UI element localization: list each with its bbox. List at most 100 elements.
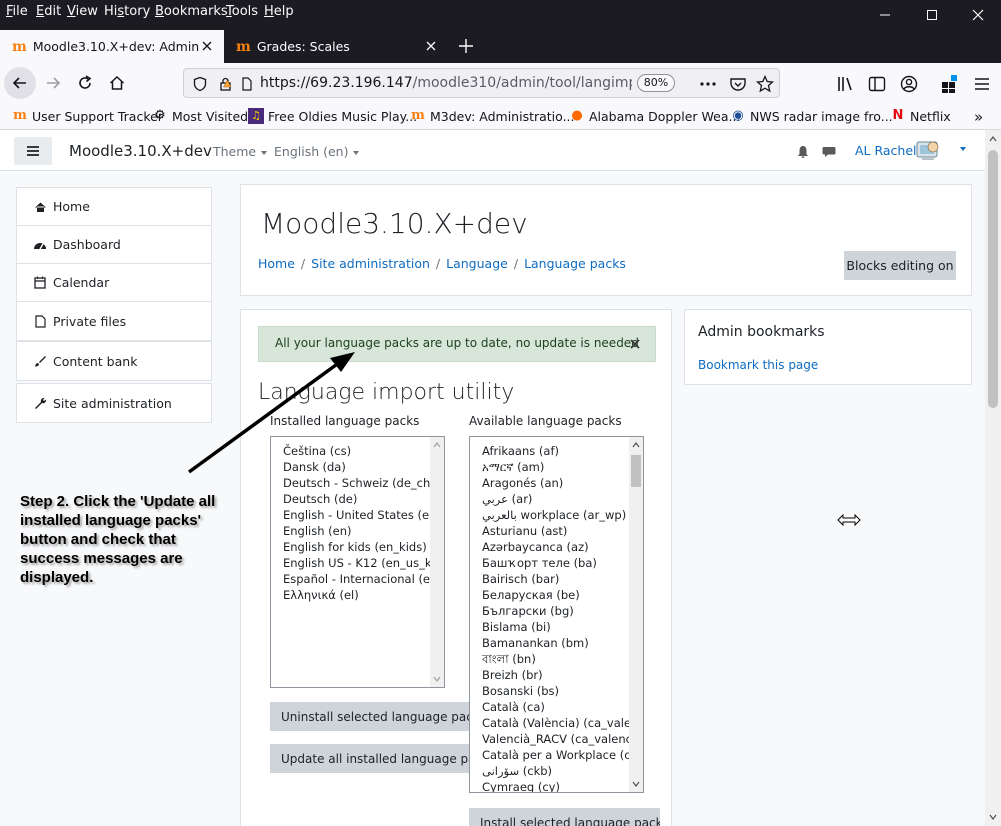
close-icon[interactable] bbox=[629, 338, 641, 350]
forward-button[interactable] bbox=[37, 67, 69, 99]
account-icon[interactable] bbox=[900, 75, 918, 93]
chevron-down-icon[interactable] bbox=[433, 675, 441, 683]
page-scrollbar[interactable] bbox=[985, 130, 1001, 826]
list-item[interactable]: Български (bg) bbox=[470, 603, 643, 619]
list-item[interactable]: Беларуская (be) bbox=[470, 587, 643, 603]
insecure-lock-icon[interactable] bbox=[218, 76, 236, 92]
sidebar-icon[interactable] bbox=[868, 75, 886, 93]
nav-item-private-files[interactable]: Private files bbox=[17, 302, 211, 340]
chevron-up-icon[interactable] bbox=[433, 441, 441, 449]
hamburger-menu-icon[interactable] bbox=[974, 76, 990, 92]
list-item[interactable]: Asturianu (ast) bbox=[470, 523, 643, 539]
extensions-icon[interactable] bbox=[940, 74, 960, 94]
list-item[interactable]: አማርኛ (am) bbox=[470, 459, 643, 475]
scrollbar-thumb[interactable] bbox=[631, 455, 641, 487]
bell-icon[interactable] bbox=[797, 145, 809, 158]
update-all-packs-button[interactable]: Update all installed language packs bbox=[270, 744, 469, 773]
chevron-down-icon[interactable] bbox=[989, 813, 997, 821]
chevron-down-icon[interactable] bbox=[632, 780, 640, 788]
install-packs-button[interactable]: Install selected language pack(s) bbox=[469, 808, 660, 826]
home-button[interactable] bbox=[101, 67, 133, 99]
list-item[interactable]: বাংলা (bn) bbox=[470, 651, 643, 667]
breadcrumb-site-administration[interactable]: Site administration bbox=[311, 256, 430, 271]
list-item[interactable]: English US - K12 (en_us_k12 bbox=[271, 555, 444, 571]
tab-moodle-admin[interactable]: m Moodle3.10.X+dev: Administra bbox=[0, 30, 224, 63]
chevron-up-icon[interactable] bbox=[632, 441, 640, 449]
list-item[interactable]: Valencià_RACV (ca_valencia bbox=[470, 731, 643, 747]
language-menu[interactable]: English (en) bbox=[274, 144, 360, 159]
site-name[interactable]: Moodle3.10.X+dev bbox=[69, 142, 212, 160]
close-window-button[interactable] bbox=[955, 0, 1001, 30]
listbox-scrollbar[interactable] bbox=[430, 437, 444, 687]
pocket-icon[interactable] bbox=[729, 75, 747, 93]
theme-menu[interactable]: Theme bbox=[213, 144, 268, 159]
list-item[interactable]: سۆرانی (ckb) bbox=[470, 763, 643, 779]
bookmarks-overflow-button[interactable]: » bbox=[974, 108, 983, 126]
blocks-editing-button[interactable]: Blocks editing on bbox=[844, 251, 956, 280]
nav-item-home[interactable]: Home bbox=[17, 188, 211, 226]
list-item[interactable]: بالعربي workplace (ar_wp) bbox=[470, 507, 643, 523]
more-actions-icon[interactable] bbox=[699, 76, 717, 92]
list-item[interactable]: Afrikaans (af) bbox=[470, 443, 643, 459]
maximize-button[interactable] bbox=[909, 0, 955, 30]
list-item[interactable]: Башҡорт теле (ba) bbox=[470, 555, 643, 571]
nav-item-dashboard[interactable]: Dashboard bbox=[17, 226, 211, 264]
list-item[interactable]: Català (València) (ca_valenc bbox=[470, 715, 643, 731]
list-item[interactable]: Ελληνικά (el) bbox=[271, 587, 444, 603]
list-item[interactable]: English (en) bbox=[271, 523, 444, 539]
scrollbar-thumb[interactable] bbox=[988, 150, 998, 408]
nav-item-calendar[interactable]: Calendar bbox=[17, 264, 211, 302]
menu-help[interactable]: Help bbox=[264, 4, 294, 19]
chat-icon[interactable] bbox=[822, 145, 836, 158]
list-item[interactable]: Español - Internacional (es) bbox=[271, 571, 444, 587]
bookmark-nws-radar[interactable]: ◉ NWS radar image fro... bbox=[730, 108, 892, 124]
reload-button[interactable] bbox=[69, 67, 101, 99]
uninstall-packs-button[interactable]: Uninstall selected language pack(s) bbox=[270, 702, 469, 731]
list-item[interactable]: Català (ca) bbox=[470, 699, 643, 715]
list-item[interactable]: Bairisch (bar) bbox=[470, 571, 643, 587]
list-item[interactable]: Cymraeg (cy) bbox=[470, 779, 643, 792]
breadcrumb-home[interactable]: Home bbox=[258, 256, 295, 271]
url-bar[interactable]: https://69.23.196.147/moodle310/admin/to… bbox=[183, 68, 780, 98]
menu-tools[interactable]: Tools bbox=[226, 4, 258, 19]
menu-edit[interactable]: Edit bbox=[36, 4, 61, 19]
chevron-up-icon[interactable] bbox=[989, 135, 997, 143]
page-info-icon[interactable] bbox=[240, 76, 254, 92]
list-item[interactable]: Català per a Workplace (ca_ bbox=[470, 747, 643, 763]
menu-history[interactable]: History bbox=[104, 4, 150, 19]
minimize-button[interactable] bbox=[862, 0, 908, 30]
bookmark-user-support-tracker[interactable]: m User Support Tracker bbox=[12, 108, 163, 124]
url-text[interactable]: https://69.23.196.147/moodle310/admin/to… bbox=[260, 75, 632, 91]
menu-view[interactable]: View bbox=[67, 4, 98, 19]
list-item[interactable]: Breizh (br) bbox=[470, 667, 643, 683]
listbox-scrollbar[interactable] bbox=[629, 437, 643, 792]
breadcrumb-language-packs[interactable]: Language packs bbox=[524, 256, 626, 271]
zoom-level-badge[interactable]: 80% bbox=[637, 74, 675, 92]
new-tab-button[interactable] bbox=[456, 36, 476, 56]
drawer-toggle-button[interactable] bbox=[14, 137, 52, 165]
available-packs-listbox[interactable]: Afrikaans (af) አማርኛ (am) Aragonés (an) ع… bbox=[469, 436, 644, 793]
bookmark-free-oldies[interactable]: ♫ Free Oldies Music Play... bbox=[248, 108, 417, 124]
close-tab-icon[interactable] bbox=[200, 39, 214, 53]
bookmark-most-visited[interactable]: ⚙ Most Visited bbox=[152, 108, 248, 124]
library-icon[interactable] bbox=[836, 75, 856, 93]
list-item[interactable]: عربي (ar) bbox=[470, 491, 643, 507]
list-item[interactable]: English - United States (en_ bbox=[271, 507, 444, 523]
caret-down-icon[interactable] bbox=[960, 147, 966, 151]
bookmark-m3dev[interactable]: m M3dev: Administratio... bbox=[410, 108, 574, 124]
breadcrumb-language[interactable]: Language bbox=[446, 256, 508, 271]
menu-file[interactable]: File bbox=[6, 4, 28, 19]
list-item[interactable]: Bislama (bi) bbox=[470, 619, 643, 635]
list-item[interactable]: Aragonés (an) bbox=[470, 475, 643, 491]
bookmark-this-page-link[interactable]: Bookmark this page bbox=[698, 358, 818, 372]
list-item[interactable]: Bosanski (bs) bbox=[470, 683, 643, 699]
tab-grades-scales[interactable]: m Grades: Scales bbox=[226, 30, 448, 63]
shield-icon[interactable] bbox=[192, 76, 208, 92]
user-menu-name[interactable]: AL Rachels bbox=[855, 143, 923, 158]
list-item[interactable]: English for kids (en_kids) bbox=[271, 539, 444, 555]
list-item[interactable]: Azərbaycanca (az) bbox=[470, 539, 643, 555]
avatar[interactable] bbox=[914, 136, 942, 164]
close-tab-icon[interactable] bbox=[424, 39, 438, 53]
bookmark-star-icon[interactable] bbox=[756, 75, 774, 93]
bookmark-alabama-doppler[interactable]: ● Alabama Doppler Wea... bbox=[569, 108, 740, 124]
